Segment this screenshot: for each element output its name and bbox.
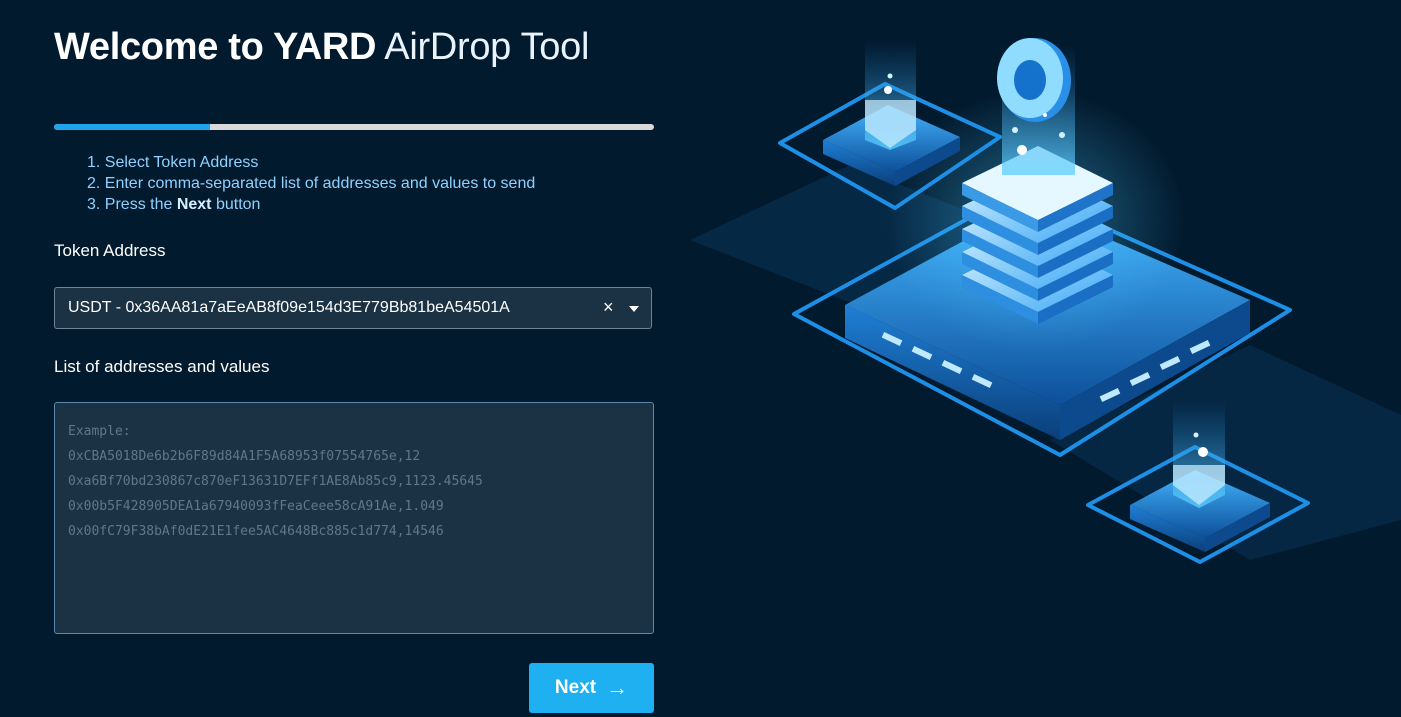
chevron-down-icon[interactable]	[629, 306, 639, 312]
instruction-step: 2. Enter comma-separated list of address…	[87, 175, 536, 192]
instruction-step-suffix: button	[215, 196, 261, 213]
next-button-label: Next	[554, 677, 597, 698]
token-address-label: Token Address	[54, 241, 166, 260]
next-button[interactable]: Next →	[529, 663, 654, 713]
airdrop-form: Welcome to YARD AirDrop Tool 1. Select T…	[54, 0, 654, 717]
arrow-right-icon: →	[606, 675, 629, 700]
token-address-value: USDT - 0x36AA81a7aEeAB8f09e154d3E779Bb81…	[68, 299, 510, 316]
page-title-brand: Welcome to YARD	[54, 26, 377, 68]
server-stack-illustration	[690, 38, 1401, 564]
page-title: Welcome to YARD AirDrop Tool	[54, 24, 589, 70]
addresses-list-label: List of addresses and values	[54, 357, 270, 376]
addresses-textarea[interactable]	[54, 402, 654, 634]
instruction-step: 1. Select Token Address	[87, 154, 259, 171]
progress-bar	[54, 124, 654, 130]
progress-bar-fill	[54, 124, 210, 130]
token-address-select[interactable]: USDT - 0x36AA81a7aEeAB8f09e154d3E779Bb81…	[54, 287, 652, 329]
instruction-step: 3. Press the Next button	[87, 194, 535, 215]
instruction-step-emphasis: Next	[176, 196, 212, 213]
clear-icon[interactable]: ×	[603, 297, 614, 318]
page-title-tool: AirDrop Tool	[384, 26, 590, 68]
instruction-step-prefix: 3. Press the	[87, 196, 173, 213]
instructions-list: 1. Select Token Address 2. Enter comma-s…	[87, 152, 535, 215]
